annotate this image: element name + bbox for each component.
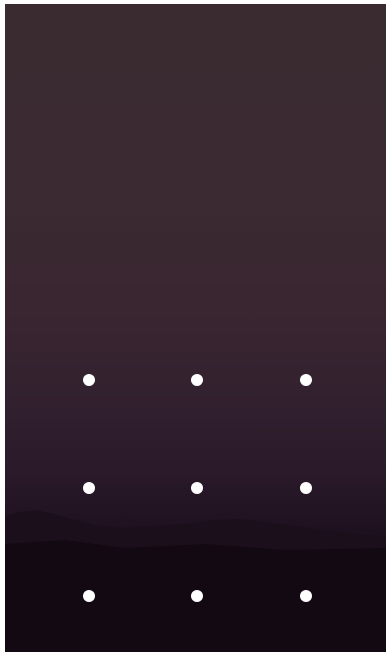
pattern-dot-3[interactable] <box>300 374 312 386</box>
pattern-dot-2[interactable] <box>191 374 203 386</box>
lock-screen <box>5 4 386 652</box>
pattern-dot-1[interactable] <box>83 374 95 386</box>
pattern-dot-7[interactable] <box>83 590 95 602</box>
pattern-dot-8[interactable] <box>191 590 203 602</box>
pattern-dot-9[interactable] <box>300 590 312 602</box>
mountain-silhouette <box>5 510 386 652</box>
pattern-dot-4[interactable] <box>83 482 95 494</box>
pattern-dot-6[interactable] <box>300 482 312 494</box>
pattern-dot-5[interactable] <box>191 482 203 494</box>
